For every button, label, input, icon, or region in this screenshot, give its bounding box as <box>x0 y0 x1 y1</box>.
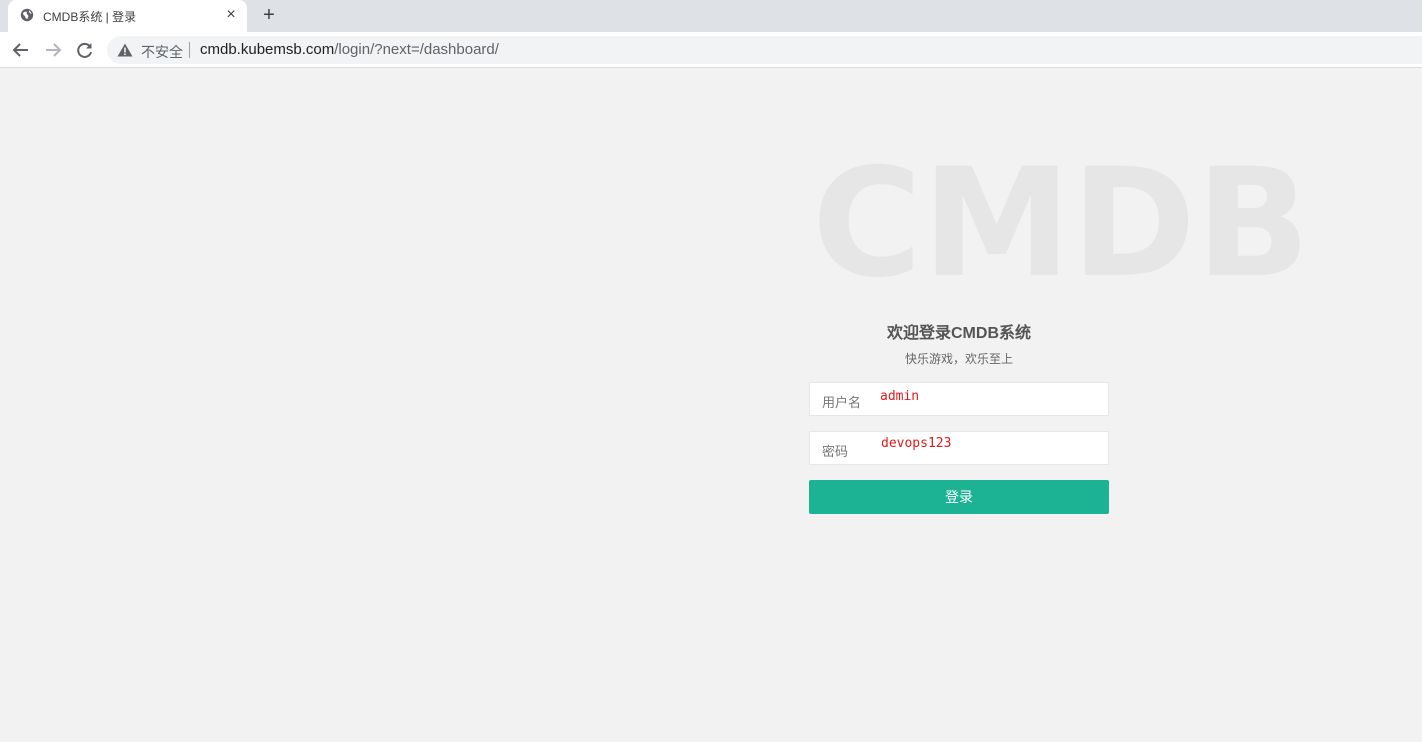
password-value: devops123 <box>881 436 952 451</box>
address-bar[interactable]: 不安全 cmdb.kubemsb.com/login/?next=/dashbo… <box>107 36 1422 64</box>
tab-strip: CMDB系统 | 登录 × + <box>0 0 1422 32</box>
new-tab-button[interactable]: + <box>258 5 280 27</box>
browser-tab[interactable]: CMDB系统 | 登录 × <box>8 0 247 32</box>
close-icon[interactable]: × <box>223 7 239 23</box>
url-host: cmdb.kubemsb.com <box>200 41 335 58</box>
forward-arrow-icon[interactable] <box>42 40 64 60</box>
page-content: CMDB 欢迎登录CMDB系统 快乐游戏，欢乐至上 用户名 admin 密码 d… <box>0 69 1422 742</box>
login-button[interactable]: 登录 <box>809 480 1109 514</box>
separator <box>189 42 190 58</box>
login-title: 欢迎登录CMDB系统 <box>887 325 1031 342</box>
username-value: admin <box>880 389 920 404</box>
login-subtitle: 快乐游戏，欢乐至上 <box>904 352 1013 366</box>
url-text[interactable]: cmdb.kubemsb.com/login/?next=/dashboard/ <box>200 41 499 58</box>
reload-icon[interactable] <box>74 40 96 60</box>
globe-icon <box>20 8 34 22</box>
username-field[interactable]: 用户名 admin <box>809 382 1109 416</box>
tab-title: CMDB系统 | 登录 <box>43 10 137 24</box>
warning-icon[interactable] <box>117 43 133 57</box>
username-label: 用户名 <box>822 395 862 410</box>
url-path: /login/?next=/dashboard/ <box>334 41 499 58</box>
security-status[interactable]: 不安全 <box>141 42 183 62</box>
password-label: 密码 <box>822 444 849 459</box>
browser-toolbar: 不安全 cmdb.kubemsb.com/login/?next=/dashbo… <box>0 32 1422 68</box>
password-field[interactable]: 密码 devops123 <box>809 431 1109 465</box>
back-arrow-icon[interactable] <box>10 40 32 60</box>
watermark-logo: CMDB <box>812 137 1311 311</box>
